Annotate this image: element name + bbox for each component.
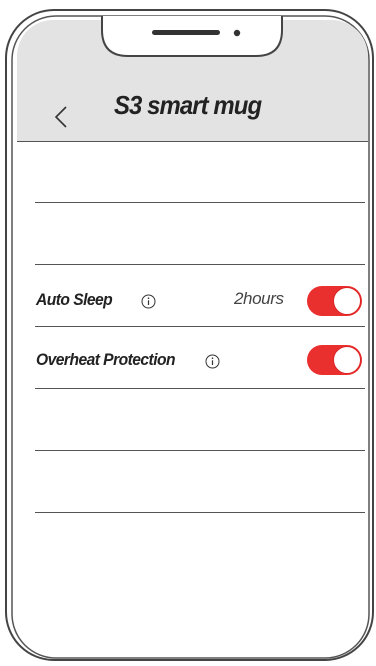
divider [35, 264, 365, 265]
overheat-protection-toggle[interactable] [307, 345, 362, 375]
back-button[interactable] [49, 102, 73, 132]
divider [35, 326, 365, 327]
header-bar: S3 smart mug [17, 20, 368, 142]
info-icon[interactable] [141, 294, 156, 309]
overheat-protection-label: Overheat Protection [36, 350, 176, 369]
app-screen: S3 smart mug Auto Sleep 2hours Overheat … [17, 20, 368, 656]
auto-sleep-toggle[interactable] [307, 286, 362, 316]
toggle-knob [333, 346, 361, 374]
toggle-knob [333, 287, 361, 315]
info-icon[interactable] [205, 354, 220, 369]
divider [35, 388, 365, 389]
page-title: S3 smart mug [114, 90, 262, 120]
divider [35, 450, 365, 451]
auto-sleep-label: Auto Sleep [36, 290, 113, 309]
divider [35, 202, 365, 203]
divider [35, 512, 365, 513]
phone-mockup: S3 smart mug Auto Sleep 2hours Overheat … [0, 0, 376, 666]
chevron-left-icon [54, 106, 67, 128]
auto-sleep-value[interactable]: 2hours [234, 289, 284, 309]
